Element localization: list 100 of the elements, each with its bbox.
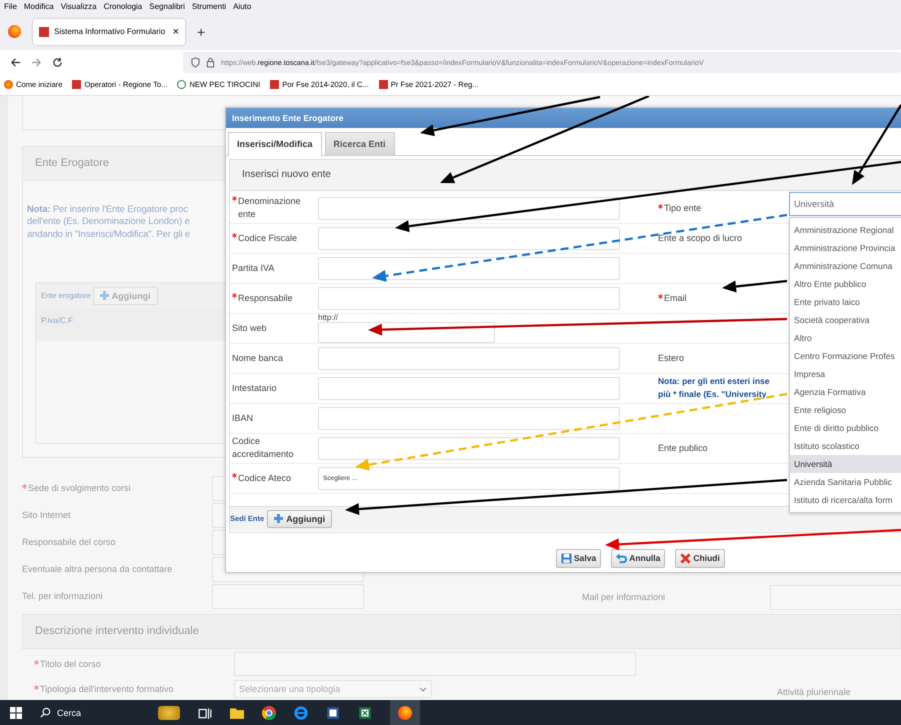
taskbar-item[interactable] <box>390 700 420 725</box>
spreadsheet-app-icon[interactable] <box>358 706 372 720</box>
menu-item[interactable]: Cronologia <box>104 2 142 12</box>
dropdown-option[interactable]: Amministrazione Comuna <box>790 256 901 275</box>
field-label: Tel. per informazioni <box>22 591 103 602</box>
field-label: Eventuale altra persona da contattare <box>22 564 172 574</box>
dropdown-option[interactable]: Università <box>790 454 901 473</box>
site-favicon-icon <box>270 80 280 90</box>
browser-logo-icon <box>398 706 412 720</box>
dialog-title: Inserimento Ente Erogatore <box>232 112 344 123</box>
dropdown-option[interactable]: Altro Ente pubblico <box>790 274 901 293</box>
field-label: Intestatario <box>232 382 277 395</box>
menu-item[interactable]: Modifica <box>24 2 54 12</box>
tab[interactable]: Ricerca Enti <box>324 132 395 155</box>
browser-logo-icon <box>4 80 13 90</box>
field-label: Estero <box>658 353 684 364</box>
field-label: Tipo ente <box>658 203 702 214</box>
input-field[interactable] <box>318 322 495 343</box>
forward-icon[interactable] <box>31 56 42 68</box>
field-label: Partita IVA <box>232 262 274 275</box>
note-text: Nota: per gli enti esteri inse più * finale (Es. "University <box>658 375 770 402</box>
dropdown-option[interactable]: Amministrazione Regional <box>790 220 901 239</box>
field-label: Nome banca <box>232 352 284 365</box>
field-label: Mail per informazioni <box>582 592 666 602</box>
dropdown-option[interactable]: Altro <box>790 328 901 347</box>
dropdown-option[interactable]: Agenzia Formativa <box>790 382 901 401</box>
field-label: Sede di svolgimento corsi <box>22 483 131 494</box>
dropdown-option[interactable]: Impresa <box>790 364 901 383</box>
browser-icon[interactable] <box>262 706 276 720</box>
document-app-icon[interactable] <box>326 706 340 720</box>
reload-icon[interactable] <box>52 56 63 68</box>
folder-icon[interactable] <box>230 706 244 720</box>
field-label: IBAN <box>232 412 254 425</box>
undo-arrow-icon <box>616 552 628 564</box>
close-tab-button[interactable]: × <box>172 26 179 38</box>
note-text: dell'ente (Es. Denominazione London) e <box>27 215 190 228</box>
dropdown-option[interactable]: Ente di diritto pubblico <box>790 418 901 437</box>
dropdown-option[interactable]: Centro Formazione Profes <box>790 346 901 365</box>
select-field[interactable]: Università <box>789 192 901 216</box>
field-label: Email <box>658 293 687 304</box>
browser-logo-icon[interactable] <box>8 25 21 38</box>
dropdown-option[interactable]: Ente religioso <box>790 400 901 419</box>
field-label: Ente a scopo di lucro <box>658 233 742 244</box>
input-field[interactable] <box>318 376 620 400</box>
menu-item[interactable]: Segnalibri <box>149 2 185 12</box>
add-button[interactable]: Aggiungi <box>267 510 332 528</box>
dropdown-option[interactable]: Azienda Sanitaria Pubblic <box>790 472 901 491</box>
section-title: Ente Erogatore <box>35 157 109 170</box>
section-title: Descrizione intervento individuale <box>35 625 199 638</box>
menu-item[interactable]: Strumenti <box>192 2 226 12</box>
dialog-button[interactable]: Salva <box>556 548 602 568</box>
dialog-button[interactable]: Chiudi <box>675 548 725 568</box>
app-icon[interactable] <box>158 706 180 720</box>
input-field[interactable] <box>318 226 620 250</box>
close-icon <box>680 552 692 564</box>
column-header: P.iva/C.F <box>41 316 73 326</box>
dropdown-option[interactable]: Amministrazione Provincia <box>790 238 901 257</box>
field-label: Sito web <box>232 322 267 335</box>
task-view-icon[interactable] <box>198 706 212 720</box>
menu-item[interactable]: File <box>4 2 17 12</box>
field-label: Attività pluriennale <box>777 686 851 697</box>
input-field[interactable] <box>318 406 620 430</box>
input-field[interactable] <box>318 436 620 460</box>
site-favicon-icon <box>39 26 49 37</box>
dropdown-option[interactable]: Ente privato laico <box>790 292 901 311</box>
lock-icon <box>206 56 215 68</box>
field-label: Codice accreditamento <box>232 435 295 462</box>
dropdown-option[interactable]: Società cooperativa <box>790 310 901 329</box>
dropdown-option[interactable]: Istituto scolastico <box>790 436 901 455</box>
input-field[interactable] <box>318 346 620 370</box>
browser-tab[interactable]: Sistema Informativo Formulario × <box>33 18 185 45</box>
tab-title: Sistema Informativo Formulario <box>54 27 166 36</box>
panel-title: Inserisci nuovo ente <box>242 169 331 180</box>
menu-item[interactable]: Visualizza <box>60 2 97 12</box>
field-label: Titolo del corso <box>34 659 101 670</box>
note-text: andando in "Inserisci/Modifica". Per gli e <box>27 228 190 240</box>
dialog-button[interactable]: Annulla <box>611 548 666 568</box>
site-favicon-icon <box>378 80 388 90</box>
back-icon[interactable] <box>10 56 21 68</box>
dropdown-option[interactable]: Istituto di ricerca/alta form <box>790 490 901 509</box>
field-label: Sito Internet <box>22 510 71 520</box>
input-field[interactable] <box>318 256 620 280</box>
field-label: Ente publico <box>658 443 708 454</box>
circle-icon <box>177 80 186 90</box>
new-tab-button[interactable]: + <box>197 24 206 40</box>
search-icon <box>40 707 51 718</box>
tab[interactable]: Inserisci/Modifica <box>228 132 322 156</box>
chevron-icon <box>419 686 427 692</box>
url-prefix: http:// <box>318 314 340 322</box>
taskbar-search[interactable]: Cerca <box>40 707 140 718</box>
note-text: Nota: Per inserire l'Ente Erogatore proc <box>27 202 188 216</box>
site-favicon-icon <box>72 80 82 90</box>
field-label: Tipologia dell'intervento formativo <box>34 684 174 694</box>
menu-item[interactable]: Aiuto <box>233 2 252 12</box>
input-field[interactable] <box>318 196 620 220</box>
shield-icon <box>191 56 200 68</box>
field-label: Responsabile <box>232 292 293 305</box>
input-field[interactable] <box>318 286 620 310</box>
windows-logo-icon[interactable] <box>10 706 22 719</box>
field-label: Responsabile del corso <box>22 537 116 548</box>
